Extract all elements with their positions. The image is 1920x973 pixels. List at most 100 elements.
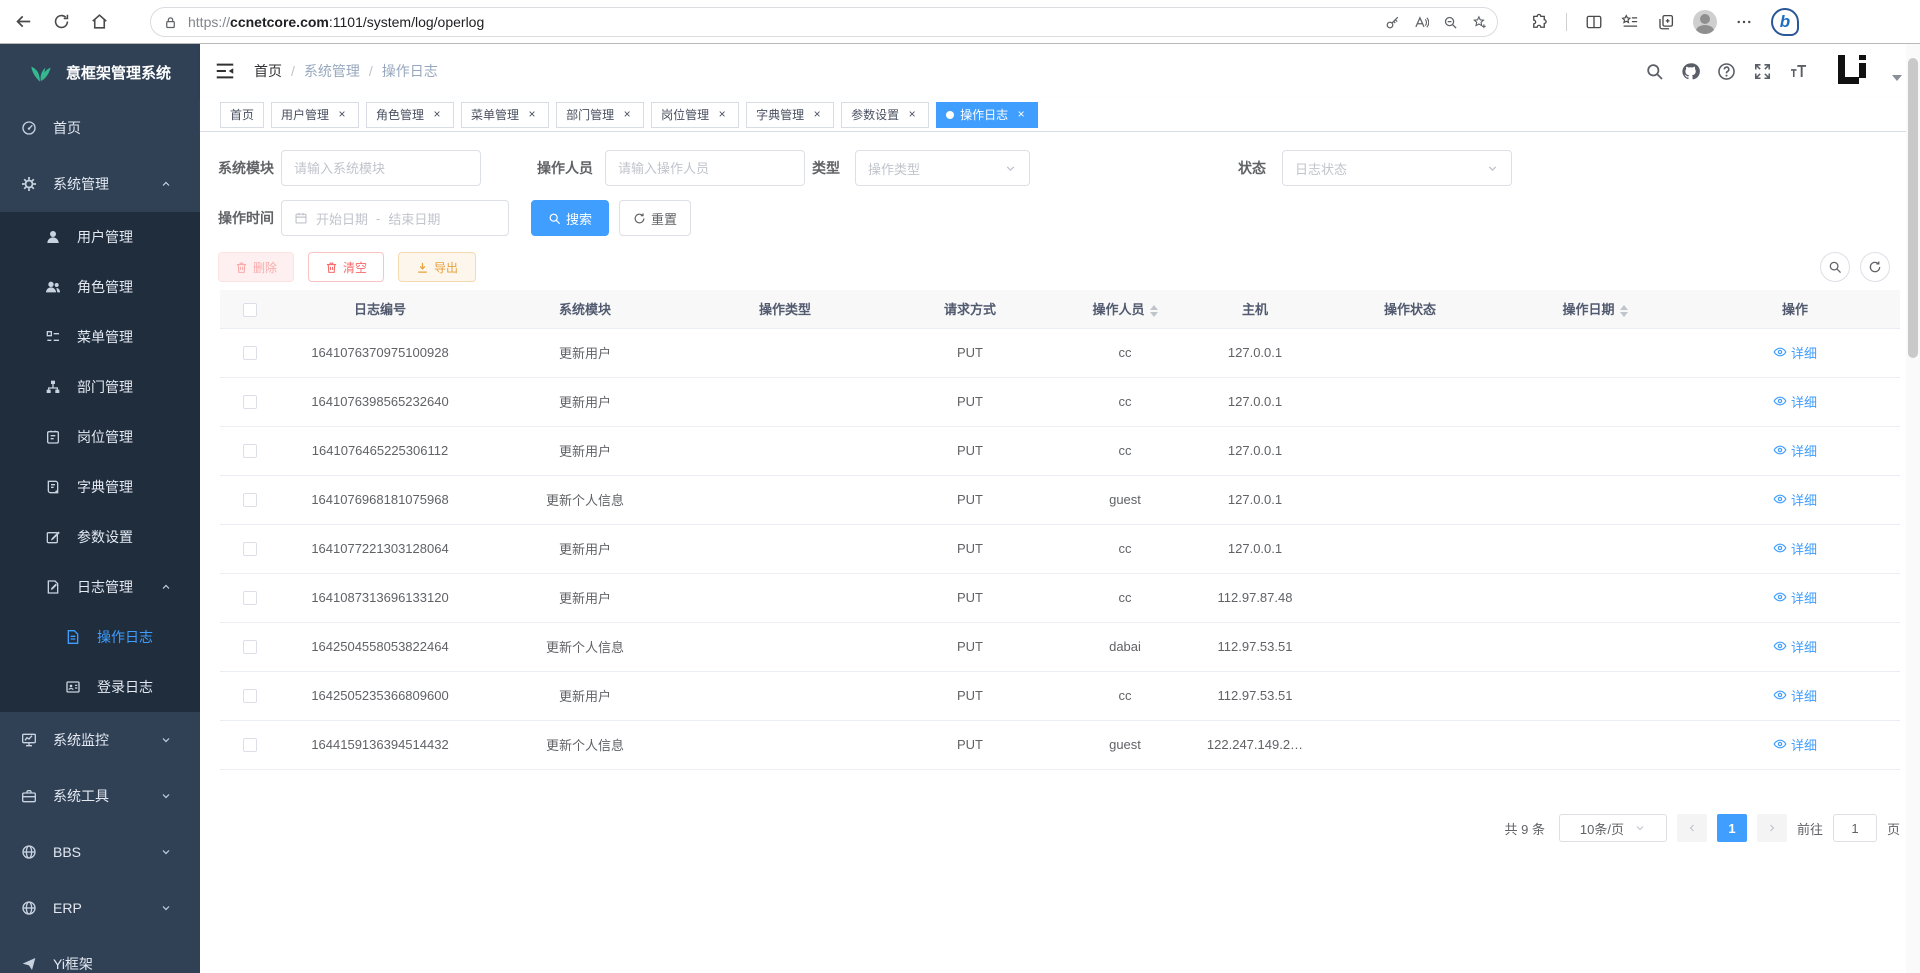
module-filter-input[interactable] xyxy=(294,161,468,176)
extensions-icon[interactable] xyxy=(1530,13,1548,31)
browser-home-button[interactable] xyxy=(84,7,114,37)
detail-link[interactable]: 详细 xyxy=(1773,392,1817,411)
row-checkbox[interactable] xyxy=(243,689,257,703)
row-checkbox[interactable] xyxy=(243,444,257,458)
sidebar-item-15[interactable]: ERP xyxy=(0,880,200,936)
scrollbar-thumb[interactable] xyxy=(1908,58,1918,358)
sidebar-item-2[interactable]: 用户管理 xyxy=(0,212,200,262)
sidebar-item-8[interactable]: 参数设置 xyxy=(0,512,200,562)
tab-close-icon[interactable]: × xyxy=(1014,108,1028,122)
row-checkbox[interactable] xyxy=(243,591,257,605)
search-button[interactable]: 搜索 xyxy=(531,200,609,236)
reset-button[interactable]: 重置 xyxy=(619,200,691,236)
sidebar-item-13[interactable]: 系统工具 xyxy=(0,768,200,824)
tab-6[interactable]: 字典管理× xyxy=(746,102,834,128)
tab-close-icon[interactable]: × xyxy=(715,108,729,122)
page-number-1[interactable]: 1 xyxy=(1717,814,1747,842)
column-header-operator[interactable]: 操作人员 xyxy=(1060,290,1190,328)
select-all-checkbox[interactable] xyxy=(243,303,257,317)
tab-4[interactable]: 部门管理× xyxy=(556,102,644,128)
row-checkbox[interactable] xyxy=(243,738,257,752)
next-page-button[interactable] xyxy=(1757,814,1787,842)
zoom-out-icon[interactable] xyxy=(1443,15,1458,30)
detail-link[interactable]: 详细 xyxy=(1773,490,1817,509)
read-aloud-icon[interactable] xyxy=(1414,15,1429,30)
fullscreen-icon[interactable] xyxy=(1753,62,1772,81)
tab-3[interactable]: 菜单管理× xyxy=(461,102,549,128)
tab-close-icon[interactable]: × xyxy=(905,108,919,122)
github-icon[interactable] xyxy=(1681,62,1700,81)
sidebar-item-7[interactable]: 字典管理 xyxy=(0,462,200,512)
sidebar-item-12[interactable]: 系统监控 xyxy=(0,712,200,768)
row-checkbox[interactable] xyxy=(243,640,257,654)
detail-link[interactable]: 详细 xyxy=(1773,343,1817,362)
font-size-icon[interactable] xyxy=(1789,62,1808,81)
column-header-checkbox[interactable] xyxy=(220,290,280,328)
sidebar-item-14[interactable]: BBS xyxy=(0,824,200,880)
add-favorite-icon[interactable] xyxy=(1472,15,1487,30)
tab-close-icon[interactable]: × xyxy=(525,108,539,122)
user-dropdown-caret-icon[interactable] xyxy=(1892,75,1902,81)
tab-5[interactable]: 岗位管理× xyxy=(651,102,739,128)
page-scrollbar[interactable] xyxy=(1906,44,1920,973)
tab-0[interactable]: 首页 xyxy=(220,102,264,128)
split-screen-icon[interactable] xyxy=(1585,13,1603,31)
tab-1[interactable]: 用户管理× xyxy=(271,102,359,128)
user-logo-avatar[interactable] xyxy=(1831,51,1873,91)
header-search-icon[interactable] xyxy=(1645,62,1664,81)
sort-caret-icon[interactable] xyxy=(1150,305,1158,317)
tab-8[interactable]: 操作日志× xyxy=(936,102,1038,128)
show-search-toggle-button[interactable] xyxy=(1820,252,1850,282)
sidebar-item-16[interactable]: Yi框架 xyxy=(0,936,200,973)
bing-copilot-icon[interactable]: b xyxy=(1771,8,1799,36)
browser-menu-icon[interactable] xyxy=(1735,13,1753,31)
breadcrumb-system[interactable]: 系统管理 xyxy=(304,61,360,81)
sidebar-item-10[interactable]: 操作日志 xyxy=(0,612,200,662)
prev-page-button[interactable] xyxy=(1677,814,1707,842)
sidebar-item-5[interactable]: 部门管理 xyxy=(0,362,200,412)
type-filter-select[interactable]: 操作类型 xyxy=(855,150,1030,186)
password-key-icon[interactable] xyxy=(1385,15,1400,30)
detail-link[interactable]: 详细 xyxy=(1773,637,1817,656)
sidebar-item-1[interactable]: 系统管理 xyxy=(0,156,200,212)
page-size-select[interactable]: 10条/页 xyxy=(1559,814,1667,842)
detail-link[interactable]: 详细 xyxy=(1773,588,1817,607)
tab-close-icon[interactable]: × xyxy=(810,108,824,122)
goto-page-input[interactable] xyxy=(1833,814,1877,842)
collections-icon[interactable] xyxy=(1657,13,1675,31)
operator-filter-input[interactable] xyxy=(618,161,792,176)
row-checkbox[interactable] xyxy=(243,395,257,409)
date-range-picker[interactable]: 开始日期 - 结束日期 xyxy=(281,200,509,236)
tab-close-icon[interactable]: × xyxy=(335,108,349,122)
tab-2[interactable]: 角色管理× xyxy=(366,102,454,128)
browser-refresh-button[interactable] xyxy=(46,7,76,37)
tab-close-icon[interactable]: × xyxy=(430,108,444,122)
help-icon[interactable] xyxy=(1717,62,1736,81)
detail-link[interactable]: 详细 xyxy=(1773,686,1817,705)
browser-back-button[interactable] xyxy=(8,7,38,37)
sidebar-item-11[interactable]: 登录日志 xyxy=(0,662,200,712)
breadcrumb-home[interactable]: 首页 xyxy=(254,61,282,81)
delete-button[interactable]: 删除 xyxy=(218,252,294,282)
sidebar-item-3[interactable]: 角色管理 xyxy=(0,262,200,312)
tab-close-icon[interactable]: × xyxy=(620,108,634,122)
detail-link[interactable]: 详细 xyxy=(1773,735,1817,754)
export-button[interactable]: 导出 xyxy=(398,252,476,282)
sidebar-item-4[interactable]: 菜单管理 xyxy=(0,312,200,362)
refresh-table-button[interactable] xyxy=(1860,252,1890,282)
browser-profile-avatar[interactable] xyxy=(1693,10,1717,34)
sidebar-item-6[interactable]: 岗位管理 xyxy=(0,412,200,462)
row-checkbox[interactable] xyxy=(243,542,257,556)
detail-link[interactable]: 详细 xyxy=(1773,441,1817,460)
address-bar[interactable]: https://ccnetcore.com:1101/system/log/op… xyxy=(150,7,1498,37)
sort-caret-icon[interactable] xyxy=(1620,305,1628,317)
sidebar-item-0[interactable]: 首页 xyxy=(0,100,200,156)
column-header-date[interactable]: 操作日期 xyxy=(1500,290,1690,328)
tab-7[interactable]: 参数设置× xyxy=(841,102,929,128)
detail-link[interactable]: 详细 xyxy=(1773,539,1817,558)
sidebar-fold-icon[interactable] xyxy=(214,60,236,82)
clear-button[interactable]: 清空 xyxy=(308,252,384,282)
status-filter-select[interactable]: 日志状态 xyxy=(1282,150,1512,186)
row-checkbox[interactable] xyxy=(243,346,257,360)
sidebar-item-9[interactable]: 日志管理 xyxy=(0,562,200,612)
